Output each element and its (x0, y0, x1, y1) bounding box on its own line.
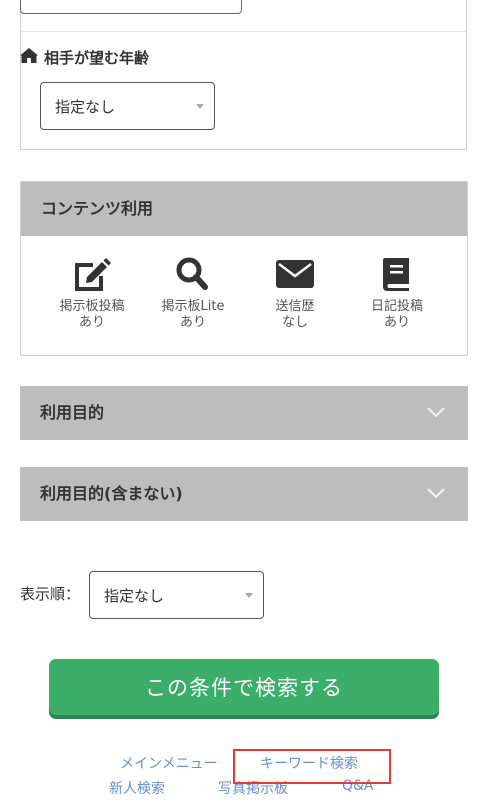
feature-search[interactable]: 掲示板Lite あり (148, 256, 238, 331)
previous-select[interactable] (20, 0, 242, 14)
search-button[interactable]: この条件で検索する (49, 659, 439, 715)
edit-icon (47, 256, 137, 292)
sort-select-value: 指定なし (104, 586, 165, 605)
chevron-down-icon (245, 593, 253, 598)
home-icon (20, 48, 38, 67)
footer-link-main-menu[interactable]: メインメニュー (120, 753, 218, 773)
feature-label: 日記投稿 (370, 299, 423, 314)
accordion-title: 利用目的(含まない) (40, 484, 183, 503)
search-icon (148, 256, 238, 292)
feature-label: 掲示板Lite (161, 299, 225, 314)
partner-age-select[interactable]: 指定なし (40, 82, 215, 130)
chevron-down-icon (426, 483, 446, 507)
feature-status: あり (78, 315, 105, 330)
partner-age-label-text: 相手が望む年齢 (44, 49, 150, 67)
accordion-purpose[interactable]: 利用目的 (20, 386, 468, 440)
partner-age-label: 相手が望む年齢 (20, 47, 149, 68)
feature-label: 送信歴 (275, 299, 315, 314)
feature-edit[interactable]: 掲示板投稿 あり (47, 256, 137, 331)
sort-label: 表示順： (20, 585, 81, 603)
feature-label: 掲示板投稿 (59, 299, 125, 314)
chevron-down-icon (426, 402, 446, 426)
chevron-down-icon (196, 104, 204, 109)
feature-diary[interactable]: 日記投稿 あり (352, 256, 442, 331)
contents-title: コンテンツ利用 (41, 199, 154, 218)
book-icon (352, 256, 442, 292)
feature-status: あり (179, 315, 206, 330)
accordion-title: 利用目的 (40, 403, 105, 422)
accordion-purpose-exclude[interactable]: 利用目的(含まない) (20, 467, 468, 521)
highlight-box (233, 749, 391, 784)
partner-age-select-value: 指定なし (55, 97, 116, 116)
feature-status: あり (383, 315, 410, 330)
contents-card: コンテンツ利用 掲示板投稿 あり 掲示板Lite あり 送信歴 なし 日記投稿 … (20, 181, 468, 356)
sort-select[interactable]: 指定なし (89, 571, 264, 619)
contents-card-header: コンテンツ利用 (21, 182, 467, 236)
divider (21, 31, 466, 32)
feature-status: なし (281, 315, 308, 330)
footer-link-new-search[interactable]: 新人検索 (109, 778, 165, 798)
feature-mail[interactable]: 送信歴 なし (250, 256, 340, 331)
mail-icon (250, 256, 340, 292)
